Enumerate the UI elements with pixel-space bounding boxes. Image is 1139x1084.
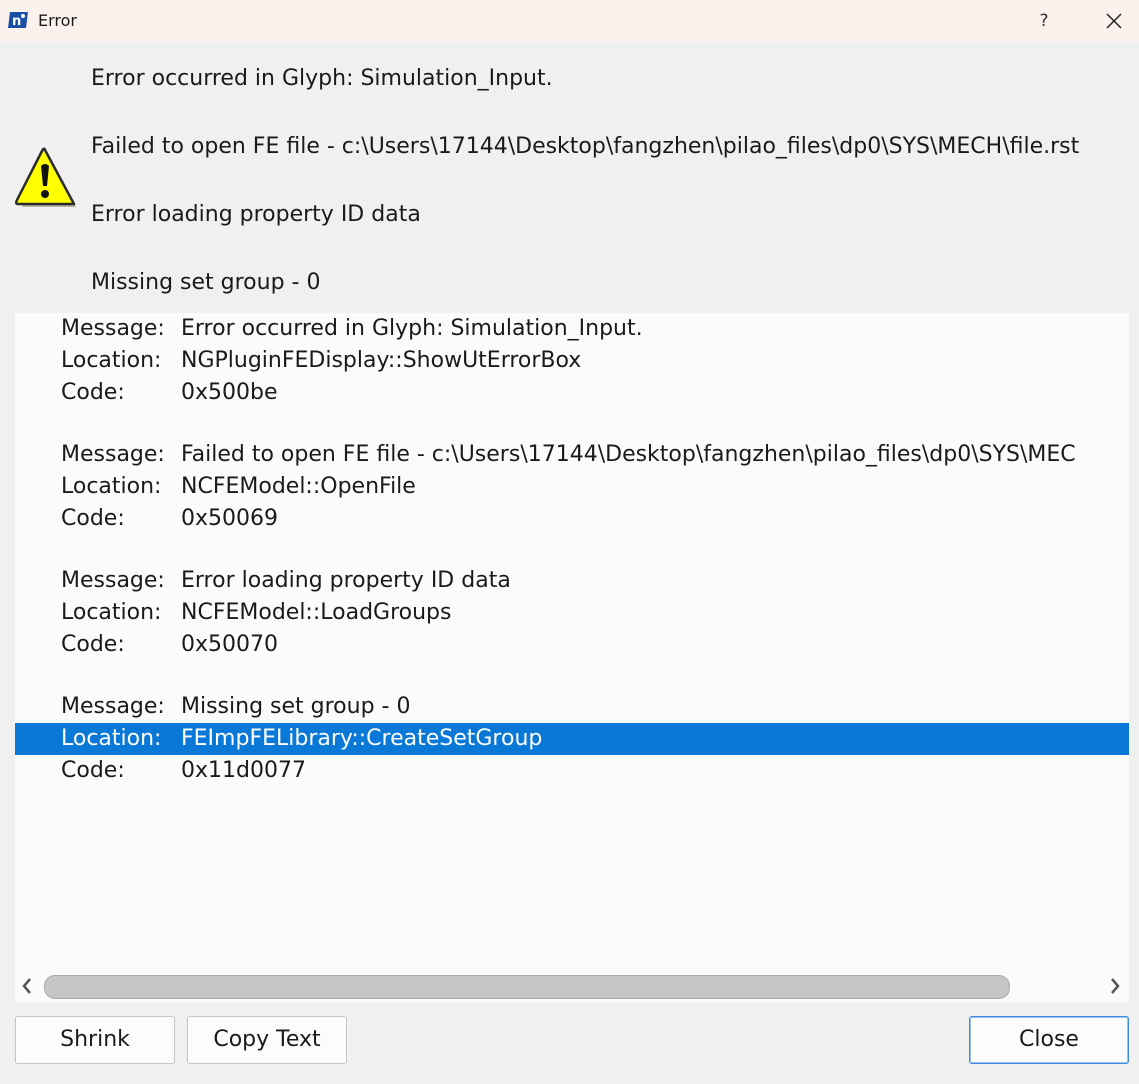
detail-row[interactable]: Code: 0x500be xyxy=(15,377,1129,409)
svg-text:n: n xyxy=(12,14,21,29)
shrink-button[interactable]: Shrink xyxy=(15,1016,175,1064)
detail-row[interactable]: Message: Error occurred in Glyph: Simulat… xyxy=(15,313,1129,345)
detail-key: Message: xyxy=(61,316,165,341)
chevron-left-icon[interactable] xyxy=(19,976,35,996)
copy-text-button[interactable]: Copy Text xyxy=(187,1016,347,1064)
close-button[interactable]: Close xyxy=(969,1016,1129,1064)
nastran-logo-icon: n xyxy=(8,12,28,29)
summary-line: Error occurred in Glyph: Simulation_Inpu… xyxy=(91,66,553,91)
warning-icon xyxy=(14,147,76,207)
window-title: Error xyxy=(38,11,77,30)
detail-key: Message: xyxy=(61,442,165,467)
summary-line: Missing set group - 0 xyxy=(91,270,321,295)
summary-line: Failed to open FE file - c:\Users\17144\… xyxy=(91,134,1080,159)
detail-key: Code: xyxy=(61,506,125,531)
detail-value: 0x11d0077 xyxy=(181,758,306,783)
detail-key: Message: xyxy=(61,568,165,593)
detail-value: NCFEModel::LoadGroups xyxy=(181,600,452,625)
detail-row[interactable]: Message: Error loading property ID data xyxy=(15,565,1129,597)
summary-line: Error loading property ID data xyxy=(91,202,421,227)
detail-key: Code: xyxy=(61,758,125,783)
detail-value: 0x50070 xyxy=(181,632,279,657)
detail-value: Error loading property ID data xyxy=(181,568,511,593)
detail-row[interactable]: Code: 0x50069 xyxy=(15,503,1129,535)
detail-value: 0x50069 xyxy=(181,506,279,531)
detail-key: Code: xyxy=(61,632,125,657)
horizontal-scrollbar[interactable] xyxy=(15,970,1129,1002)
detail-key: Message: xyxy=(61,694,165,719)
detail-value: Missing set group - 0 xyxy=(181,694,411,719)
detail-row-selected[interactable]: Location: FEImpFELibrary::CreateSetGroup xyxy=(15,723,1129,755)
detail-value: NCFEModel::OpenFile xyxy=(181,474,416,499)
detail-key: Location: xyxy=(61,348,162,373)
title-bar: n Error ? xyxy=(0,0,1139,42)
error-details-list[interactable]: Message: Error occurred in Glyph: Simulat… xyxy=(15,313,1129,1002)
detail-row[interactable]: Message: Failed to open FE file - c:\User… xyxy=(15,439,1129,471)
detail-row[interactable]: Message: Missing set group - 0 xyxy=(15,691,1129,723)
detail-value: NGPluginFEDisplay::ShowUtErrorBox xyxy=(181,348,582,373)
detail-value: Error occurred in Glyph: Simulation_Inpu… xyxy=(181,316,643,341)
detail-key: Location: xyxy=(61,726,162,751)
detail-row[interactable]: Code: 0x50070 xyxy=(15,629,1129,661)
detail-value: 0x500be xyxy=(181,380,278,405)
detail-row[interactable]: Code: 0x11d0077 xyxy=(15,755,1129,787)
help-button[interactable]: ? xyxy=(1028,6,1060,36)
detail-key: Location: xyxy=(61,600,162,625)
close-icon[interactable] xyxy=(1097,6,1131,36)
detail-row[interactable]: Location: NCFEModel::OpenFile xyxy=(15,471,1129,503)
chevron-right-icon[interactable] xyxy=(1107,976,1123,996)
scrollbar-thumb[interactable] xyxy=(44,975,1010,999)
detail-row[interactable]: Location: NCFEModel::LoadGroups xyxy=(15,597,1129,629)
detail-row[interactable]: Location: NGPluginFEDisplay::ShowUtErrorB… xyxy=(15,345,1129,377)
detail-value: Failed to open FE file - c:\Users\17144\… xyxy=(181,442,1076,467)
detail-value: FEImpFELibrary::CreateSetGroup xyxy=(181,726,543,751)
detail-key: Location: xyxy=(61,474,162,499)
detail-key: Code: xyxy=(61,380,125,405)
